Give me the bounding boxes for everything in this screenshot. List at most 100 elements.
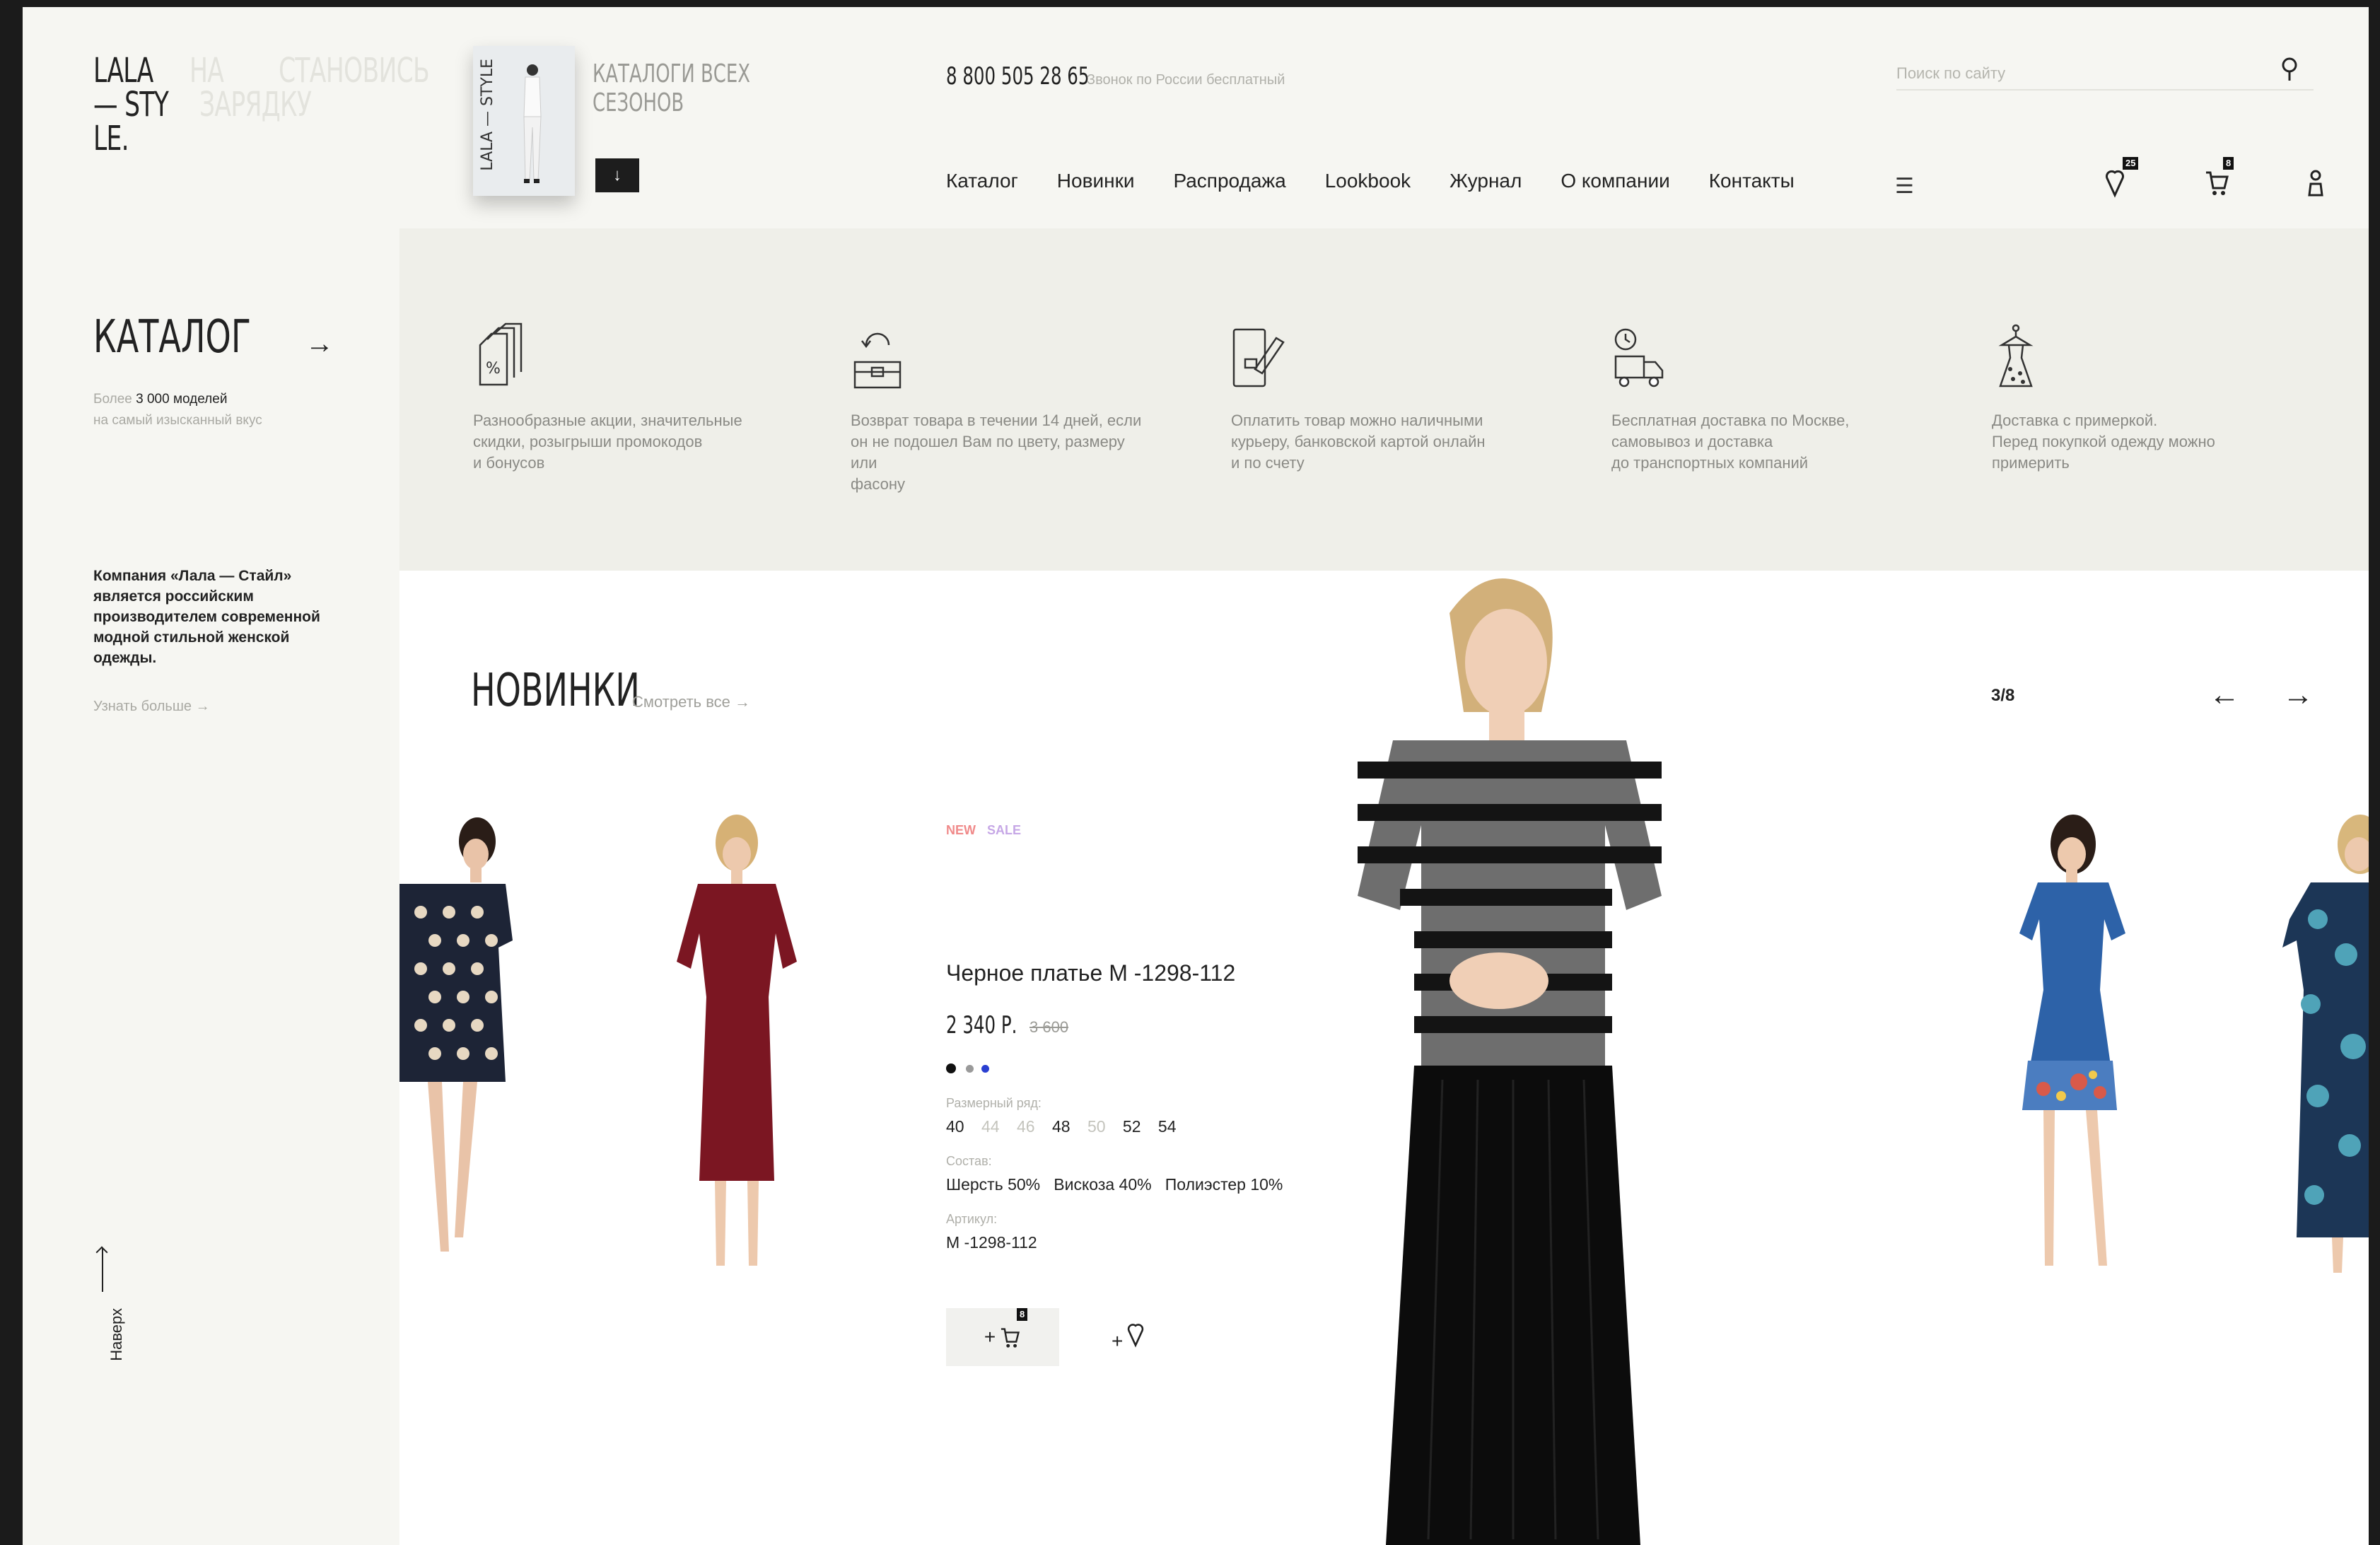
product-image-blue-dress[interactable] — [1994, 813, 2157, 1280]
composition-list: Шерсть 50% Вискоза 40% Полиэстер 10% — [946, 1175, 1283, 1194]
product-name[interactable]: Черное платье М -1298-112 — [946, 960, 1235, 986]
logo-line-2: — STY — [93, 85, 169, 124]
slider-prev-button[interactable]: ← — [2209, 677, 2240, 713]
cart-icon — [1001, 1328, 1020, 1348]
size-option[interactable]: 54 — [1158, 1117, 1177, 1136]
search-input[interactable] — [1896, 58, 2314, 91]
feature-text-line: и по счету — [1231, 454, 1305, 472]
logo-ghost-2: СТАНОВИСЬ — [279, 51, 430, 91]
learn-more-link[interactable]: Узнать больше → — [93, 699, 210, 715]
main-nav: Каталог Новинки Распродажа Lookbook Журн… — [946, 170, 1833, 192]
feature-text-line: курьеру, банковской картой онлайн — [1231, 433, 1486, 450]
about-company-text: Компания «Лала — Стайл» является российс… — [93, 568, 320, 666]
new-items-title: НОВИНКИ — [471, 665, 640, 717]
color-swatch-gray[interactable] — [966, 1065, 974, 1073]
feature-text-line: Доставка с примеркой. — [1992, 412, 2158, 429]
feature-text-line: Возврат товара в течении 14 дней, если — [851, 412, 1142, 429]
size-option[interactable]: 44 — [981, 1117, 1000, 1136]
catalog-title[interactable]: КАТАЛОГ — [93, 311, 251, 363]
nav-sale[interactable]: Распродажа — [1173, 170, 1285, 192]
composition-item: Вискоза 40% — [1054, 1175, 1152, 1194]
size-option[interactable]: 48 — [1052, 1117, 1071, 1136]
learn-more-label: Узнать больше — [93, 699, 192, 714]
size-option[interactable]: 50 — [1087, 1117, 1106, 1136]
color-swatch-blue[interactable] — [981, 1065, 989, 1073]
catalog-download-button[interactable]: ↓ — [595, 158, 639, 192]
size-option[interactable]: 46 — [1017, 1117, 1035, 1136]
add-to-cart-button[interactable]: + 8 — [946, 1308, 1059, 1366]
nav-about[interactable]: О компании — [1561, 170, 1669, 192]
catalog-promo-line2: СЕЗОНОВ — [593, 88, 684, 117]
account-button[interactable] — [2306, 168, 2325, 203]
feature-text-line: примерить — [1992, 454, 2070, 472]
catalog-promo-title[interactable]: КАТАЛОГИ ВСЕХ СЕЗОНОВ — [593, 59, 812, 117]
arrow-up-icon[interactable] — [102, 1248, 103, 1292]
nav-new[interactable]: Новинки — [1057, 170, 1135, 192]
plus-icon: + — [984, 1326, 996, 1348]
cart-icon — [2206, 171, 2229, 195]
cart-count-badge: 8 — [1017, 1308, 1028, 1321]
logo-line-3: LE. — [93, 119, 129, 158]
product-image-red-dress[interactable] — [655, 813, 818, 1280]
feature-payment: Оплатить товар можно наличными курьеру, б… — [1231, 320, 1528, 474]
size-label: Размерный ряд: — [946, 1096, 1042, 1110]
return-box-icon — [853, 332, 902, 389]
feature-text-line: фасону — [851, 475, 905, 493]
back-to-top-link[interactable]: Наверх — [107, 1308, 126, 1361]
catalog-sub-prefix: Более — [93, 392, 136, 407]
arrow-left-icon: ← — [2209, 677, 2240, 712]
size-option[interactable]: 52 — [1123, 1117, 1141, 1136]
color-swatch-black[interactable] — [946, 1063, 956, 1073]
composition-label: Состав: — [946, 1154, 992, 1168]
nav-contacts[interactable]: Контакты — [1709, 170, 1795, 192]
product-image-featured-black-dress[interactable] — [1315, 571, 1761, 1545]
slider-next-button[interactable]: → — [2282, 677, 2314, 713]
discount-tag-icon: % — [479, 322, 523, 386]
logo-ghost-1: НА — [189, 51, 224, 91]
favorites-button[interactable]: 25 — [2104, 157, 2139, 202]
feature-text-line: Оплатить товар можно наличными — [1231, 412, 1483, 429]
phone-number[interactable]: 8 800 505 28 65 — [946, 62, 1089, 91]
nav-journal[interactable]: Журнал — [1449, 170, 1522, 192]
cart-count-badge: 8 — [2223, 157, 2234, 170]
catalog-promo-line1: КАТАЛОГИ ВСЕХ — [593, 59, 751, 88]
plus-icon: + — [1112, 1330, 1124, 1352]
heart-icon — [2106, 170, 2124, 198]
feature-return: Возврат товара в течении 14 дней, если он… — [851, 320, 1148, 495]
catalog-cover[interactable]: LALA — STYLE — [473, 46, 575, 196]
nav-catalog[interactable]: Каталог — [946, 170, 1018, 192]
cover-model-image — [523, 64, 542, 183]
arrow-right-icon: → — [195, 699, 210, 714]
slider-counter: 3/8 — [1991, 686, 2015, 705]
arrow-right-icon: → — [2282, 677, 2314, 712]
see-all-link[interactable]: Смотреть все → — [632, 693, 750, 711]
features-band: % Разнообразные акции, значительные скидк… — [399, 228, 2369, 571]
cart-button[interactable]: 8 — [2205, 157, 2234, 202]
feature-text-line: скидки, розыгрыши промокодов — [473, 433, 703, 450]
nav-lookbook[interactable]: Lookbook — [1325, 170, 1411, 192]
composition-item: Полиэстер 10% — [1165, 1175, 1283, 1194]
product-image-polka-dress[interactable] — [399, 813, 527, 1273]
add-to-favorites-button[interactable]: + — [1112, 1321, 1145, 1353]
user-icon — [2308, 170, 2323, 197]
feature-text-line: Бесплатная доставка по Москве, — [1611, 412, 1850, 429]
heart-icon — [1127, 1324, 1144, 1348]
feature-text-line: до транспортных компаний — [1611, 454, 1809, 472]
cover-text: LALA — STYLE — [479, 59, 496, 171]
dress-hanger-icon — [1998, 324, 2034, 387]
catalog-subtitle: Более 3 000 моделей на самый изысканный … — [93, 389, 262, 431]
size-option[interactable]: 40 — [946, 1117, 964, 1136]
arrow-down-icon: ↓ — [613, 165, 622, 185]
arrow-right-icon[interactable]: → — [305, 328, 334, 360]
product-image-floral-dress[interactable] — [2282, 813, 2369, 1280]
logo-ghost-3: ЗАРЯДКУ — [199, 85, 312, 124]
favorites-count-badge: 25 — [2123, 157, 2139, 170]
feature-discounts: % Разнообразные акции, значительные скидк… — [473, 320, 770, 474]
catalog-sub-line2: на самый изысканный вкус — [93, 413, 262, 428]
feature-text-line: Разнообразные акции, значительные — [473, 412, 742, 429]
catalog-sub-count: 3 000 моделей — [136, 392, 228, 407]
delivery-truck-icon — [1614, 328, 1664, 387]
logo[interactable]: LALA — STY LE. НА СТАНОВИСЬ ЗАРЯДКУ — [93, 51, 430, 167]
search-icon[interactable] — [2277, 55, 2302, 83]
menu-icon[interactable]: ☰ — [1895, 174, 1914, 199]
